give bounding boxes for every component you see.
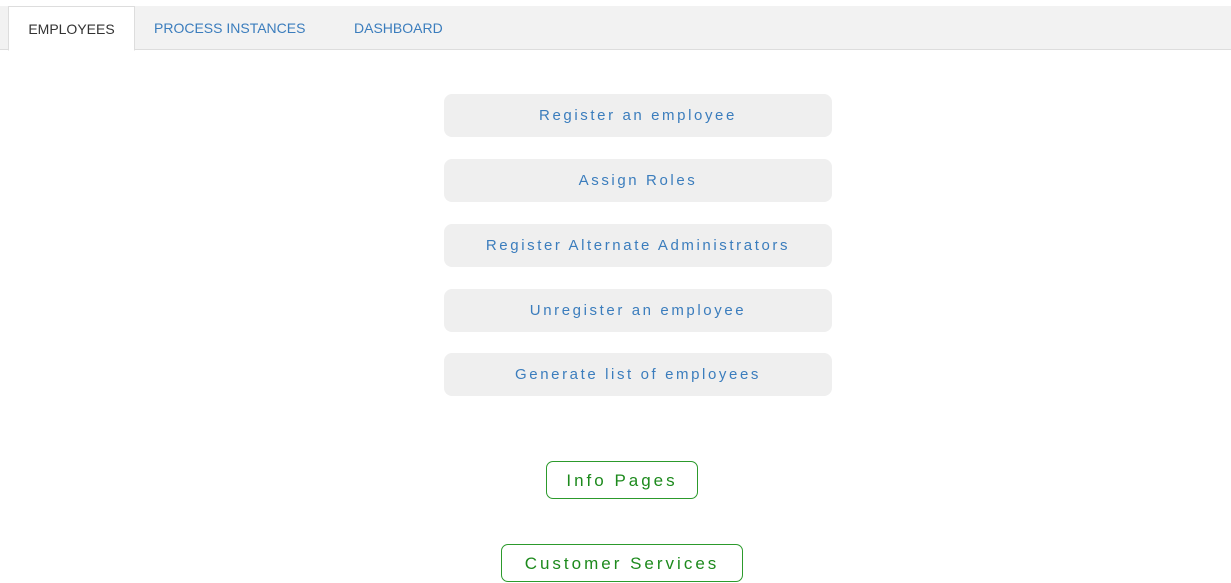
register-alternate-administrators-button[interactable]: Register Alternate Administrators (444, 224, 832, 267)
tab-employees[interactable]: EMPLOYEES (8, 6, 135, 51)
assign-roles-button[interactable]: Assign Roles (444, 159, 832, 202)
generate-employee-list-button[interactable]: Generate list of employees (444, 353, 832, 396)
tab-dashboard[interactable]: DASHBOARD (354, 6, 443, 50)
customer-services-button[interactable]: Customer Services (501, 544, 743, 582)
tab-process-instances[interactable]: PROCESS INSTANCES (154, 6, 305, 50)
register-employee-button[interactable]: Register an employee (444, 94, 832, 137)
unregister-employee-button[interactable]: Unregister an employee (444, 289, 832, 332)
info-pages-button[interactable]: Info Pages (546, 461, 698, 499)
tab-bar: EMPLOYEES PROCESS INSTANCES DASHBOARD (0, 6, 1231, 51)
